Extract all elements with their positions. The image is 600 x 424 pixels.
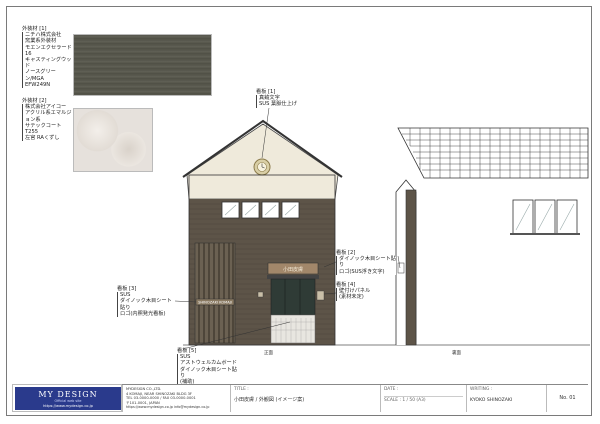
elevation-drawing: SHINOZAKI KOMAJI 小田皮膚 正面 裏面 xyxy=(132,103,590,356)
date-cell: DATE : SCALE : 1 / 50 (A3) xyxy=(380,385,466,412)
side-wood-post xyxy=(405,189,417,346)
company-url: https://www.mydesign.co.jp xyxy=(43,404,93,408)
side-roof xyxy=(397,127,589,179)
scale-label: SCALE : 1 / 50 (A3) xyxy=(384,396,463,404)
title-block: MYDESIGN CO.,LTD. 4 KOMAJI, NEAR SHINOZA… xyxy=(122,384,588,412)
main-sign-text: 小田皮膚 xyxy=(283,266,303,273)
entrance-door xyxy=(270,278,316,316)
drawing-title: 小田皮膚 / 外観図 (イメージ案) xyxy=(234,397,305,403)
sign-callout-2: 看板 [2] ダイノック木目シート貼り ロゴ(SUS浮き文字) xyxy=(336,250,396,275)
sign-callout-3: 看板 [3] SUS ダイノック木目シート貼り ロゴ(内照発光看板) xyxy=(117,286,175,318)
ground-label-front: 正面 xyxy=(264,350,273,356)
side-sign xyxy=(397,262,405,274)
company-name: MY DESIGN xyxy=(38,390,98,399)
logo-badge: MY DESIGN Official web site https://www.… xyxy=(15,387,121,410)
entrance-steps xyxy=(270,314,316,344)
entrance-canopy xyxy=(267,275,319,279)
lattice-sign-text: SHINOZAKI KOMAJI xyxy=(198,301,232,305)
company-logo: MY DESIGN Official web site https://www.… xyxy=(12,384,122,412)
title-cell: TITLE : 小田皮膚 / 外観図 (イメージ案) xyxy=(230,385,380,412)
sheet-number: No. 01 xyxy=(559,395,576,401)
writer-name: KYOKO SHINOZAKI xyxy=(470,398,513,403)
wall-plate xyxy=(316,290,325,301)
sheet-number-cell: No. 01 xyxy=(546,385,588,412)
company-sub: Official web site xyxy=(54,399,82,403)
writing-cell: WRITING : KYOKO SHINOZAKI xyxy=(466,385,546,412)
sign-callout-5: 看板 [5] SUS アストウェルカムボード ダイノック木目シート貼り (補助) xyxy=(177,348,239,386)
office-info: MYDESIGN CO.,LTD. 4 KOMAJI, NEAR SHINOZA… xyxy=(122,385,230,412)
sign-callout-1: 看板 [1] 真鍮文字 SUS 葉脈仕上げ xyxy=(256,89,302,108)
ground-label-back: 裏面 xyxy=(452,349,461,356)
sign-callout-4: 看板 [4] 壁付けパネル (素材未定) xyxy=(336,282,376,301)
